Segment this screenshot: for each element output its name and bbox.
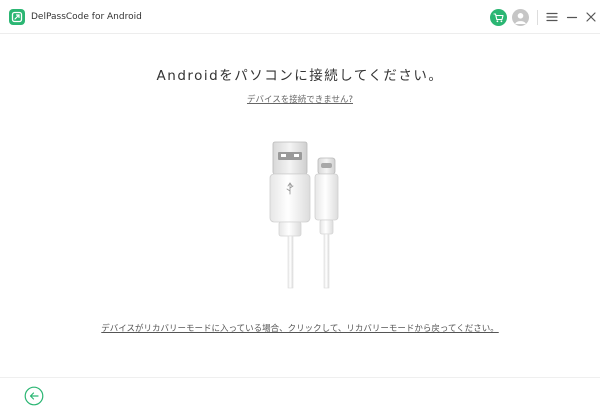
app-window: DelPassCode for Android Androidをパソコンに接続し… xyxy=(0,0,600,417)
title-bar: DelPassCode for Android xyxy=(0,0,600,34)
minimize-icon[interactable] xyxy=(565,9,579,25)
cart-icon[interactable] xyxy=(490,9,507,26)
recovery-mode-link[interactable]: デバイスがリカバリーモードに入っている場合、クリックして、リカバリーモードから戻… xyxy=(0,322,600,334)
user-icon[interactable] xyxy=(512,9,529,26)
close-icon[interactable] xyxy=(584,9,598,25)
footer-divider xyxy=(0,377,600,378)
cannot-connect-link[interactable]: デバイスを接続できません? xyxy=(0,93,600,105)
titlebar-divider xyxy=(537,10,538,25)
app-title: DelPassCode for Android xyxy=(31,12,142,22)
back-arrow-icon[interactable] xyxy=(24,386,44,406)
menu-icon[interactable] xyxy=(545,9,559,25)
app-logo-icon xyxy=(9,9,25,25)
usb-cable-illustration xyxy=(262,138,346,290)
page-heading: Androidをパソコンに接続してください。 xyxy=(156,68,444,84)
